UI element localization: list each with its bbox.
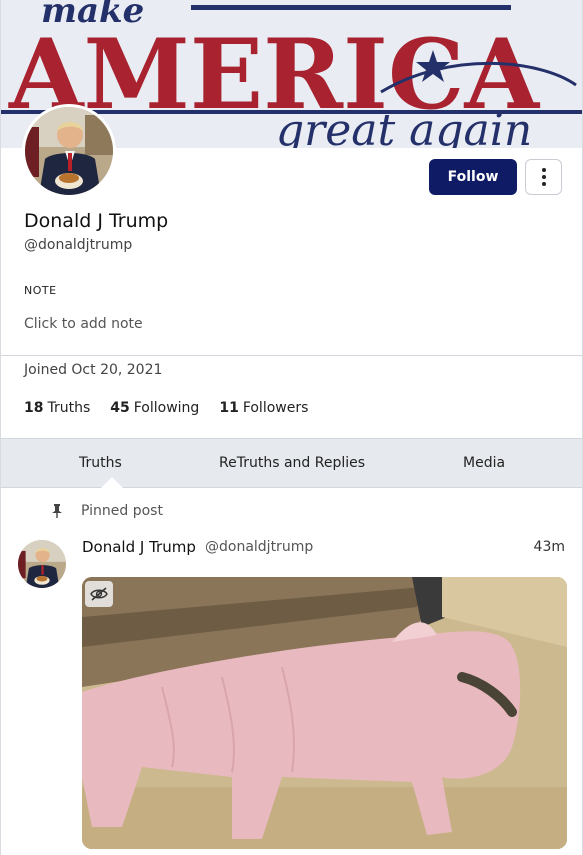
pig-photo xyxy=(82,577,567,849)
post-timestamp[interactable]: 43m xyxy=(534,539,565,555)
truths-count-link[interactable]: 18 Truths xyxy=(24,400,90,416)
media-visibility-toggle[interactable] xyxy=(85,581,113,607)
pin-icon xyxy=(52,504,62,518)
post-author-handle[interactable]: @donaldjtrump xyxy=(205,539,313,555)
note-label: NOTE xyxy=(24,284,57,297)
profile-page: make AMERICA great again Follow Donald J… xyxy=(0,0,583,855)
tab-retruths-and-replies[interactable]: ReTruths and Replies xyxy=(219,455,365,471)
more-options-button[interactable] xyxy=(525,159,562,195)
tab-media[interactable]: Media xyxy=(463,455,505,471)
eye-off-icon xyxy=(90,587,108,601)
profile-stats: 18 Truths 45 Following 11 Followers xyxy=(24,400,308,416)
divider xyxy=(1,355,582,356)
profile-avatar[interactable] xyxy=(22,104,116,198)
active-tab-indicator xyxy=(101,477,123,488)
following-count: 45 xyxy=(110,400,130,416)
joined-date: Joined Oct 20, 2021 xyxy=(24,362,163,378)
profile-handle: @donaldjtrump xyxy=(24,237,133,253)
truths-label: Truths xyxy=(47,400,91,416)
svg-text:great again: great again xyxy=(276,105,532,148)
more-vertical-icon xyxy=(541,168,546,186)
post-author-avatar[interactable] xyxy=(18,540,66,588)
profile-tabs: Truths ReTruths and Replies Media xyxy=(1,438,582,488)
followers-count-link[interactable]: 11 Followers xyxy=(219,400,308,416)
profile-display-name: Donald J Trump xyxy=(24,210,169,232)
post-media-image[interactable] xyxy=(82,577,567,849)
follow-button[interactable]: Follow xyxy=(429,159,517,195)
followers-label: Followers xyxy=(242,400,309,416)
tab-truths[interactable]: Truths xyxy=(79,455,122,471)
truths-count: 18 xyxy=(24,400,44,416)
pinned-post-indicator: Pinned post xyxy=(51,503,163,519)
note-field[interactable]: Click to add note xyxy=(24,316,143,332)
followers-count: 11 xyxy=(219,400,239,416)
post-author-name[interactable]: Donald J Trump xyxy=(82,538,196,556)
following-count-link[interactable]: 45 Following xyxy=(110,400,199,416)
following-label: Following xyxy=(133,400,200,416)
pinned-post-label: Pinned post xyxy=(81,503,163,519)
